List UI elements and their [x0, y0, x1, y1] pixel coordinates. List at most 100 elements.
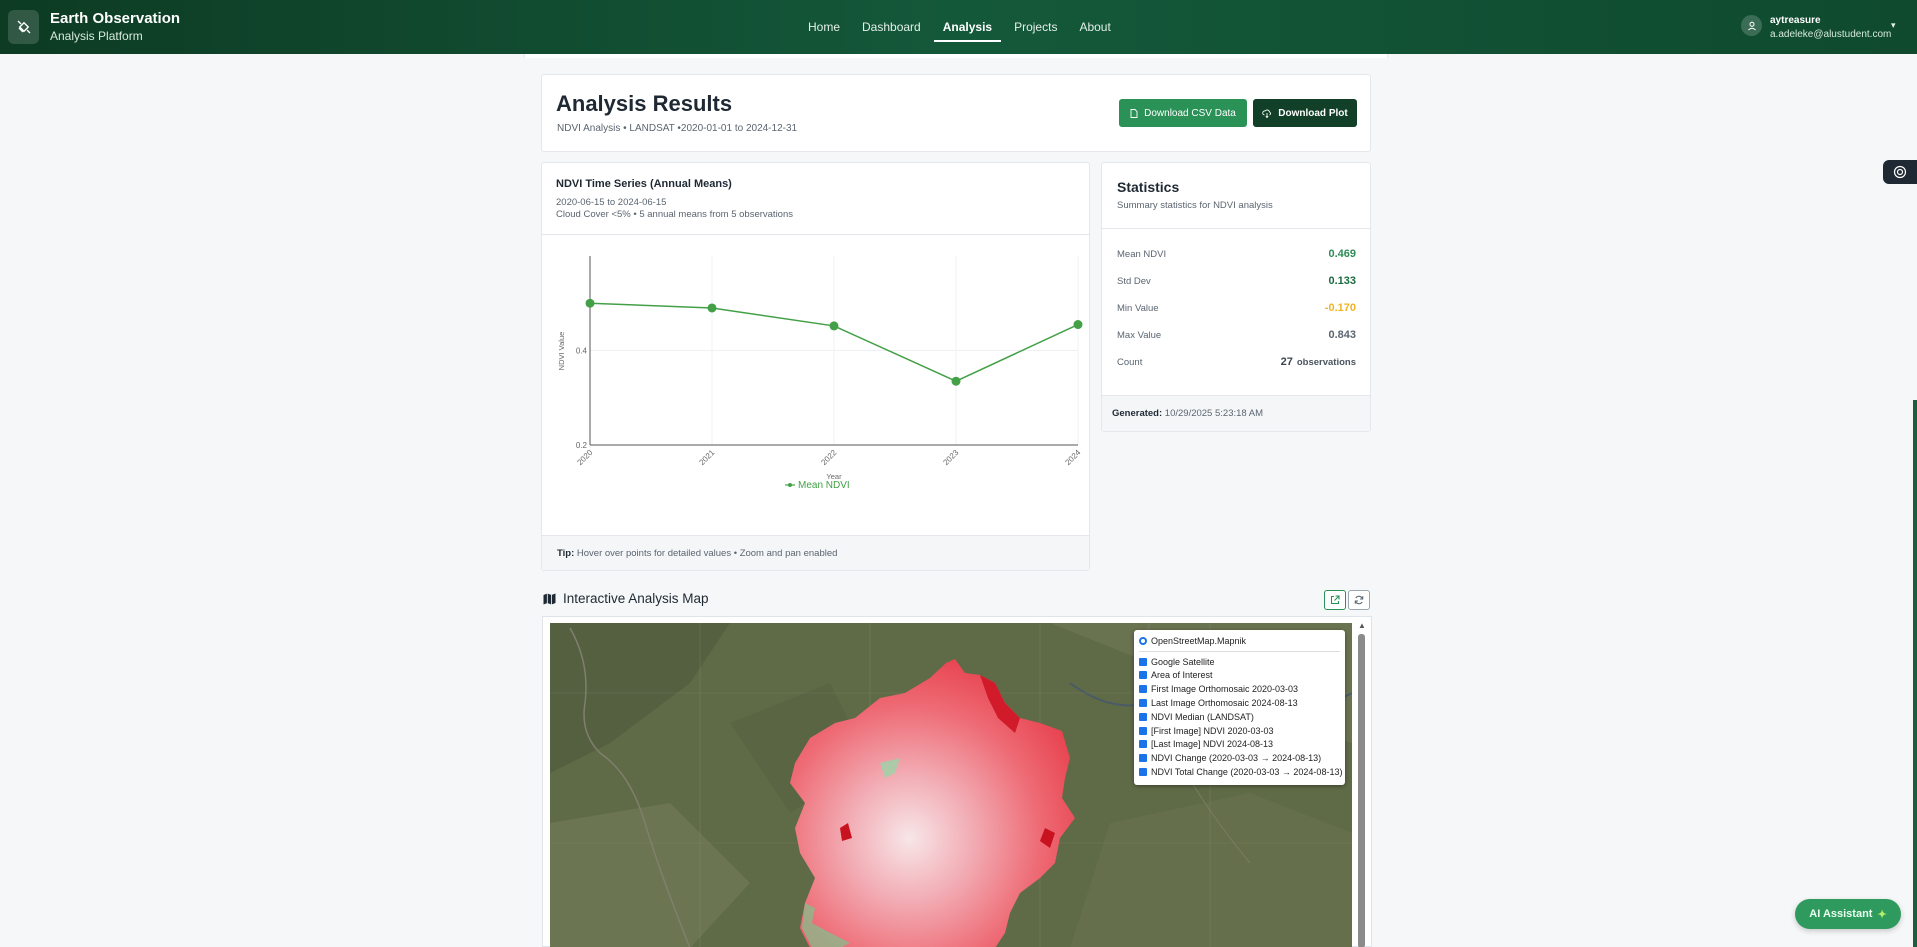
top-navbar: Earth Observation Analysis Platform Home…: [0, 0, 1917, 54]
analysis-results-card: Analysis Results NDVI Analysis • LANDSAT…: [541, 74, 1371, 152]
overlay-option[interactable]: [First Image] NDVI 2020-03-03: [1139, 724, 1340, 738]
checkbox-icon[interactable]: [1139, 657, 1147, 666]
chart-title: NDVI Time Series (Annual Means): [556, 178, 732, 190]
main-nav: Home Dashboard Analysis Projects About: [797, 0, 1122, 54]
page-scrollbar[interactable]: [1913, 400, 1917, 947]
layer-label: Google Satellite: [1151, 656, 1215, 667]
nav-projects[interactable]: Projects: [1003, 0, 1068, 54]
x-tick-label: 2022: [819, 448, 838, 467]
satellite-map[interactable]: OpenStreetMap.Mapnik Google Satellite Ar…: [550, 623, 1352, 947]
map-title: Interactive Analysis Map: [563, 591, 709, 606]
layer-label: [First Image] NDVI 2020-03-03: [1151, 725, 1274, 736]
target-icon: [1893, 165, 1907, 179]
download-csv-button[interactable]: Download CSV Data: [1119, 99, 1247, 127]
legend-label: Mean NDVI: [798, 480, 850, 491]
overlay-option[interactable]: Last Image Orthomosaic 2024-08-13: [1139, 696, 1340, 710]
statistics-title: Statistics: [1117, 179, 1180, 195]
layer-label: NDVI Change (2020-03-03 → 2024-08-13): [1151, 753, 1322, 764]
tip-text: Hover over points for detailed values • …: [574, 548, 838, 559]
overlay-option[interactable]: Google Satellite: [1139, 655, 1340, 669]
x-tick-label: 2023: [941, 448, 960, 467]
checkbox-icon[interactable]: [1139, 685, 1147, 694]
checkbox-icon[interactable]: [1139, 768, 1147, 777]
x-tick-label: 2020: [575, 448, 594, 467]
layer-label: Area of Interest: [1151, 670, 1213, 681]
ndvi-line-chart[interactable]: 0.20.42020 2021 2022 2023 2024NDVI ValueYear…: [542, 236, 1089, 534]
nav-about[interactable]: About: [1068, 0, 1121, 54]
overlay-option[interactable]: NDVI Median (LANDSAT): [1139, 710, 1340, 724]
ai-assistant-label: AI Assistant: [1809, 908, 1873, 920]
radio-icon[interactable]: [1139, 636, 1147, 645]
download-plot-label: Download Plot: [1278, 107, 1348, 119]
ai-assistant-button[interactable]: AI Assistant ✦: [1795, 899, 1901, 929]
y-tick-label: 0.2: [576, 441, 588, 450]
download-plot-button[interactable]: Download Plot: [1253, 99, 1357, 127]
nav-analysis[interactable]: Analysis: [932, 0, 1003, 54]
overlay-option[interactable]: Area of Interest: [1139, 669, 1340, 683]
user-name[interactable]: aytreasure: [1770, 15, 1821, 26]
interactive-map-frame: OpenStreetMap.Mapnik Google Satellite Ar…: [542, 616, 1372, 947]
stat-value: 0.843: [1328, 329, 1356, 341]
map-icon: [543, 593, 556, 604]
stat-value: 0.133: [1328, 275, 1356, 287]
external-link-icon: [1330, 595, 1340, 605]
checkbox-icon[interactable]: [1139, 699, 1147, 708]
side-panel-toggle[interactable]: [1883, 160, 1917, 184]
chevron-down-icon[interactable]: ▾: [1891, 20, 1896, 31]
checkbox-icon[interactable]: [1139, 754, 1147, 763]
chart-tip: Tip: Hover over points for detailed valu…: [542, 535, 1089, 570]
overlay-option[interactable]: First Image Orthomosaic 2020-03-03: [1139, 682, 1340, 696]
brand-subtitle: Analysis Platform: [50, 29, 143, 43]
layer-label: NDVI Median (LANDSAT): [1151, 711, 1254, 722]
stat-label: Min Value: [1117, 303, 1159, 314]
y-axis-label: NDVI Value: [557, 332, 566, 371]
stat-mean-ndvi: Mean NDVI 0.469: [1117, 246, 1356, 264]
layer-label: OpenStreetMap.Mapnik: [1151, 635, 1247, 646]
layer-label: [Last Image] NDVI 2024-08-13: [1151, 739, 1274, 750]
scroll-up-arrow-icon[interactable]: ▲: [1358, 621, 1366, 630]
stat-value-wrapper: 27 observations: [1281, 356, 1356, 368]
stat-value: 27: [1280, 356, 1293, 368]
checkbox-icon[interactable]: [1139, 726, 1147, 735]
refresh-map-button[interactable]: [1348, 590, 1370, 610]
stat-min-value: Min Value -0.170: [1117, 300, 1356, 318]
scrollbar-thumb[interactable]: [1358, 634, 1365, 947]
statistics-subtitle: Summary statistics for NDVI analysis: [1117, 200, 1273, 211]
overlay-option[interactable]: [Last Image] NDVI 2024-08-13: [1139, 738, 1340, 752]
nav-dashboard[interactable]: Dashboard: [851, 0, 932, 54]
y-tick-label: 0.4: [576, 347, 588, 356]
chart-date-range: 2020-06-15 to 2024-06-15: [556, 197, 667, 208]
checkbox-icon[interactable]: [1139, 712, 1147, 721]
data-point: [951, 376, 961, 386]
file-icon: [1130, 108, 1138, 118]
layer-control[interactable]: OpenStreetMap.Mapnik Google Satellite Ar…: [1134, 630, 1345, 785]
map-scrollbar[interactable]: ▲: [1356, 619, 1368, 947]
stat-label: Max Value: [1117, 330, 1162, 341]
user-icon[interactable]: [1741, 15, 1762, 36]
satellite-logo-icon[interactable]: [8, 10, 39, 44]
user-email: a.adeleke@alustudent.com: [1770, 29, 1892, 40]
checkbox-icon[interactable]: [1139, 671, 1147, 680]
download-csv-label: Download CSV Data: [1144, 107, 1236, 119]
brand-title[interactable]: Earth Observation: [50, 10, 180, 27]
stat-count: Count 27 observations: [1117, 354, 1356, 372]
cloud-download-icon: [1262, 109, 1272, 118]
tip-label: Tip:: [557, 548, 575, 559]
generated-timestamp: Generated: 10/29/2025 5:23:18 AM: [1102, 395, 1370, 431]
open-map-external-button[interactable]: [1324, 590, 1346, 610]
data-point: [829, 321, 839, 331]
overlay-option[interactable]: NDVI Total Change (2020-03-03 → 2024-08-…: [1139, 765, 1342, 779]
chart-meta: Cloud Cover <5% • 5 annual means from 5 …: [556, 209, 793, 220]
legend-marker: [788, 483, 792, 487]
stat-max-value: Max Value 0.843: [1117, 327, 1356, 345]
overlay-option[interactable]: NDVI Change (2020-03-03 → 2024-08-13): [1139, 751, 1340, 765]
stat-label: Count: [1117, 357, 1143, 368]
checkbox-icon[interactable]: [1139, 740, 1147, 749]
base-layer-option[interactable]: OpenStreetMap.Mapnik: [1139, 634, 1340, 648]
generated-value: 10/29/2025 5:23:18 AM: [1162, 408, 1264, 419]
nav-home[interactable]: Home: [797, 0, 851, 54]
stat-value: -0.170: [1324, 302, 1356, 314]
refresh-icon: [1354, 595, 1364, 605]
ndvi-timeseries-card: NDVI Time Series (Annual Means) 2020-06-…: [541, 162, 1090, 571]
stat-label: Std Dev: [1117, 276, 1151, 287]
